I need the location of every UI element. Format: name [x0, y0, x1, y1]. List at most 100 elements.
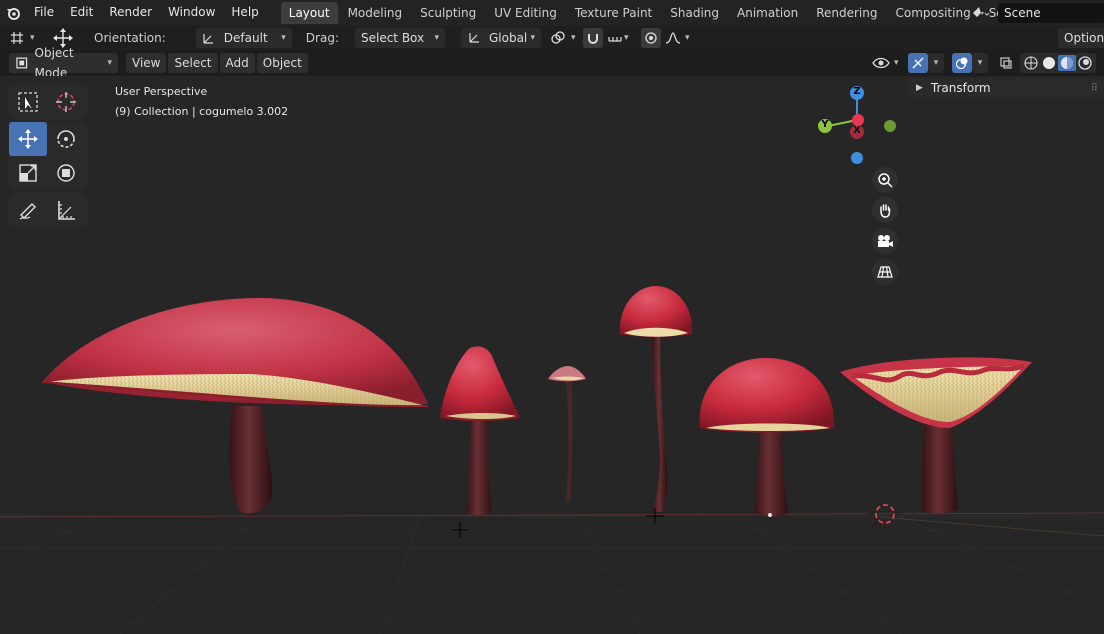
mushroom-1[interactable]: [41, 298, 429, 514]
hand-icon: [880, 204, 891, 218]
menu-add[interactable]: Add: [219, 53, 255, 73]
viewport-header-right: ▾ ▾ ▾: [872, 53, 1096, 73]
drag-dropdown[interactable]: Select Box ▾: [354, 28, 445, 48]
eye-icon: [872, 57, 890, 69]
menu-view[interactable]: View: [126, 53, 167, 73]
menu-edit[interactable]: Edit: [62, 0, 101, 26]
menu-file[interactable]: File: [26, 0, 62, 26]
scale-tool[interactable]: [9, 156, 47, 190]
pivot-point-dropdown[interactable]: ▾: [549, 28, 579, 48]
transform-icon: [57, 164, 75, 182]
move-icon: [18, 129, 38, 149]
menu-render[interactable]: Render: [101, 0, 160, 26]
overlay-toggle[interactable]: [952, 53, 972, 73]
blender-logo-icon[interactable]: [0, 0, 26, 26]
mushroom-6[interactable]: [840, 357, 1032, 513]
proportional-editing-toggle[interactable]: [640, 28, 661, 48]
cursor-tool[interactable]: [47, 85, 85, 119]
y-axis-line: [879, 516, 1104, 537]
menu-help[interactable]: Help: [223, 0, 266, 26]
transform-panel-header[interactable]: ▶ Transform ⠿: [908, 78, 1104, 98]
tab-uv-editing[interactable]: UV Editing: [486, 2, 565, 24]
grid-perspective-icon: [877, 266, 893, 278]
camera-icon: [878, 235, 893, 247]
menu-window[interactable]: Window: [160, 0, 223, 26]
gizmo-y-label: Y: [821, 119, 829, 130]
tab-modeling[interactable]: Modeling: [340, 2, 411, 24]
top-menu-bar: File Edit Render Window Help Layout Mode…: [0, 0, 1104, 26]
workspace-tabs: Layout Modeling Sculpting UV Editing Tex…: [280, 0, 1070, 26]
perspective-label: User Perspective: [115, 85, 208, 98]
mushroom-5[interactable]: [699, 358, 835, 517]
falloff-curve-icon: [665, 32, 681, 44]
zoom-view-button[interactable]: [872, 167, 898, 193]
pan-view-button[interactable]: [872, 197, 898, 223]
grid-snap-icon: [11, 32, 23, 44]
ruler-icon: [58, 201, 75, 220]
camera-view-button[interactable]: [872, 228, 898, 254]
global-axes-icon: [469, 33, 479, 43]
mushroom-4[interactable]: [619, 286, 693, 512]
scale-icon: [19, 164, 37, 182]
pencil-icon: [19, 203, 36, 220]
tab-sculpting[interactable]: Sculpting: [412, 2, 484, 24]
object-mode-icon: [16, 57, 28, 69]
mushroom-2[interactable]: [440, 346, 520, 516]
cursor-icon: [56, 92, 76, 112]
gizmo-dropdown[interactable]: ▾: [928, 53, 944, 73]
tab-animation[interactable]: Animation: [729, 2, 806, 24]
shading-modes: [1020, 53, 1096, 73]
snap-increment-icon: [608, 37, 622, 42]
tool-group-transform: [9, 122, 87, 190]
tab-compositing[interactable]: Compositing: [887, 2, 978, 24]
scene-icon: [973, 7, 990, 17]
drag-value: Select Box: [360, 31, 425, 45]
transform-tool[interactable]: [47, 156, 85, 190]
rotate-tool[interactable]: [47, 122, 85, 156]
select-box-tool[interactable]: [9, 85, 47, 119]
transform-orientation-value: Global: [488, 31, 528, 45]
drag-label: Drag:: [305, 31, 339, 45]
viewport-scene: [0, 86, 1104, 634]
perspective-toggle-button[interactable]: [872, 259, 898, 285]
snap-target-dropdown[interactable]: ▾: [607, 28, 635, 48]
snap-toggle[interactable]: [582, 28, 603, 48]
magnet-icon: [587, 34, 598, 44]
transform-panel-title: Transform: [930, 81, 991, 95]
scene-selector[interactable]: Scene: [970, 2, 1104, 24]
xray-icon: [1000, 57, 1012, 69]
tool-header: ▾ Orientation: Default ▾ Drag: Select Bo…: [0, 26, 1104, 50]
transform-orientation-dropdown[interactable]: Global ▾: [460, 28, 541, 48]
orientation-dropdown[interactable]: Default ▾: [195, 28, 292, 48]
menu-select[interactable]: Select: [168, 53, 218, 73]
overlay-dropdown[interactable]: ▾: [972, 53, 988, 73]
falloff-dropdown[interactable]: ▾: [665, 28, 695, 48]
wireframe-shading-icon[interactable]: [1022, 55, 1040, 71]
3d-viewport[interactable]: User Perspective (9) Collection | cogume…: [0, 76, 1104, 634]
visibility-dropdown[interactable]: ▾: [872, 53, 902, 73]
gizmo-toggle[interactable]: [908, 53, 928, 73]
xray-toggle[interactable]: [996, 53, 1016, 73]
menu-object[interactable]: Object: [256, 53, 308, 73]
orientation-value: Default: [223, 31, 268, 45]
tab-layout[interactable]: Layout: [280, 2, 338, 24]
options-dropdown[interactable]: Options: [1058, 28, 1104, 48]
rotate-icon: [57, 130, 75, 148]
annotate-tool[interactable]: [9, 193, 47, 227]
scene-name-field[interactable]: Scene: [998, 3, 1104, 23]
move-tool[interactable]: [9, 122, 47, 156]
tab-texture-paint[interactable]: Texture Paint: [567, 2, 660, 24]
mushroom-3[interactable]: [548, 366, 586, 502]
measure-tool[interactable]: [47, 193, 85, 227]
x-axis-line: [0, 512, 1104, 518]
panel-drag-handle-icon[interactable]: ⠿: [1091, 83, 1098, 94]
link-icon: [551, 31, 565, 44]
solid-shading-icon[interactable]: [1040, 55, 1058, 71]
tab-shading[interactable]: Shading: [662, 2, 727, 24]
panel-collapse-icon: ▶: [916, 83, 923, 93]
mode-dropdown[interactable]: Object Mode ▾: [9, 46, 118, 80]
rendered-shading-icon[interactable]: [1076, 55, 1094, 71]
material-shading-icon[interactable]: [1058, 55, 1076, 71]
tab-rendering[interactable]: Rendering: [808, 2, 885, 24]
tool-group-select: [9, 85, 87, 119]
